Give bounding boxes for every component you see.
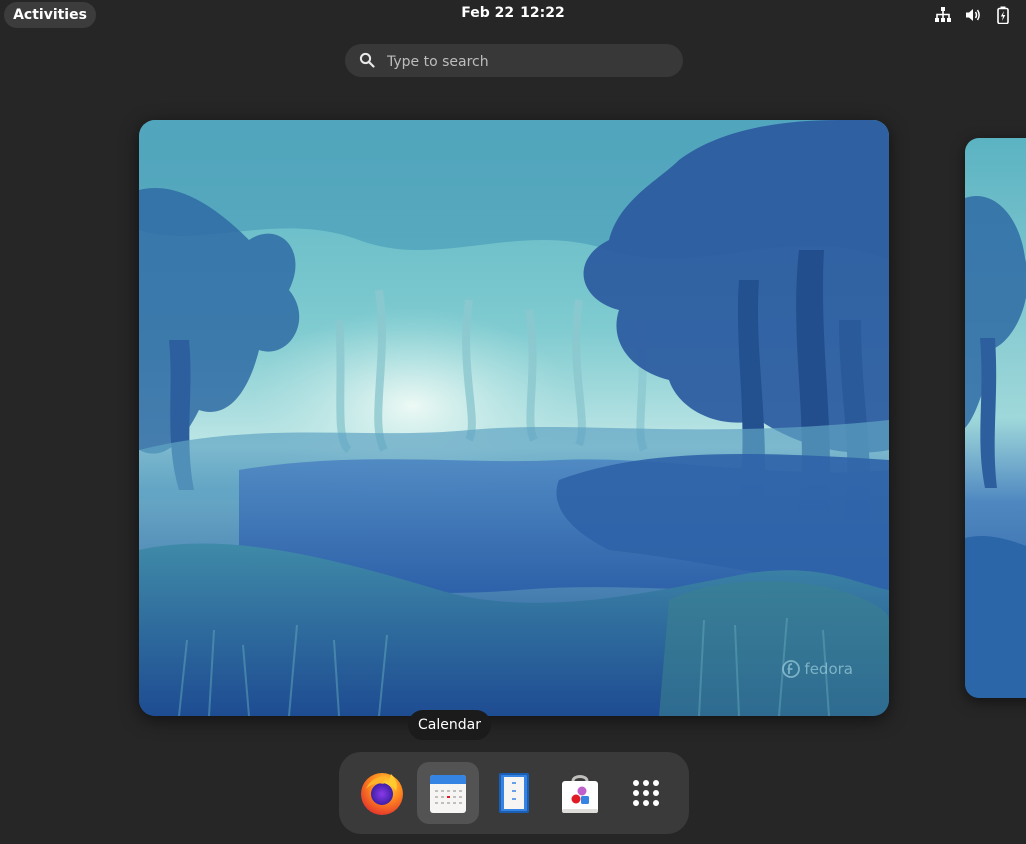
calendar-tooltip: Calendar	[408, 710, 491, 740]
network-icon	[935, 7, 951, 22]
dock-item-software[interactable]	[549, 762, 611, 824]
dock-item-files[interactable]	[483, 762, 545, 824]
search-input[interactable]	[385, 44, 669, 79]
app-grid-icon	[633, 780, 659, 806]
software-icon	[562, 775, 598, 813]
system-tray[interactable]	[934, 6, 1012, 24]
clock[interactable]: Feb 22 12:22	[0, 5, 1026, 21]
forest-wallpaper-next	[965, 138, 1026, 698]
search-icon	[359, 52, 375, 68]
calendar-icon	[430, 775, 466, 813]
top-bar: Activities Feb 22 12:22	[0, 0, 1026, 30]
search-box[interactable]	[345, 44, 683, 79]
files-icon	[499, 773, 529, 813]
workspace-thumbnail-next[interactable]	[965, 138, 1026, 698]
dock-item-calendar[interactable]	[417, 762, 479, 824]
workspace-thumbnail[interactable]: fedora	[139, 120, 889, 716]
forest-wallpaper	[139, 120, 889, 716]
fedora-watermark-text: fedora	[804, 660, 853, 678]
overview-screen: Activities Feb 22 12:22 Type to search f…	[0, 0, 1026, 844]
dock-item-show-apps[interactable]	[615, 762, 677, 824]
battery-icon	[997, 6, 1009, 24]
dash-dock	[339, 752, 689, 834]
dock-item-firefox[interactable]	[351, 762, 413, 824]
clock-date: Feb 22	[461, 5, 515, 21]
fedora-watermark: fedora	[782, 660, 853, 678]
firefox-icon	[361, 773, 403, 815]
clock-time: 12:22	[520, 5, 565, 21]
volume-icon	[966, 9, 980, 21]
fedora-logo-icon	[782, 660, 801, 678]
